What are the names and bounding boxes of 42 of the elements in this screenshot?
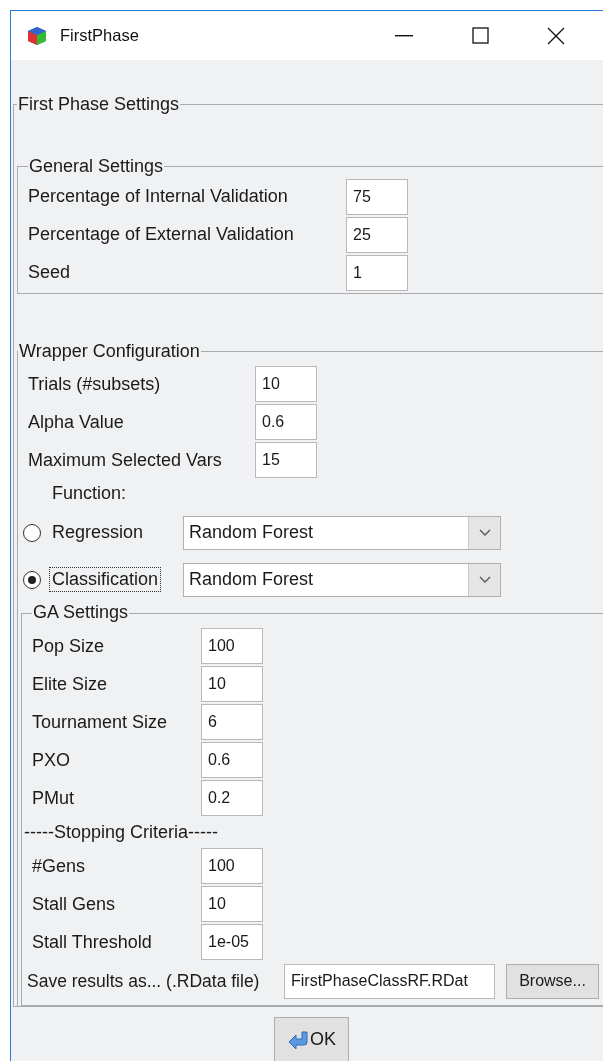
text-field[interactable]: 0.6 xyxy=(255,404,317,441)
ok-button[interactable]: OK xyxy=(274,1017,349,1061)
field-label: Alpha Value xyxy=(28,411,125,433)
text-field[interactable]: 0.6 xyxy=(201,742,263,779)
text-field[interactable]: 25 xyxy=(346,216,408,253)
group-title: General Settings xyxy=(28,156,165,177)
field-label: Pop Size xyxy=(32,635,106,657)
field-label: Percentage of Internal Validation xyxy=(28,186,289,208)
text-field[interactable]: 75 xyxy=(346,178,408,215)
group-title: Wrapper Configuration xyxy=(18,341,201,362)
field-label: Trials (#subsets) xyxy=(28,373,162,395)
text-field[interactable]: 100 xyxy=(201,848,263,885)
file-path-field[interactable]: FirstPhaseClassRF.RDat xyxy=(284,963,495,999)
function-label: Function: xyxy=(51,482,128,506)
text-field[interactable]: 100 xyxy=(201,628,263,665)
group-title: First Phase Settings xyxy=(17,95,181,115)
text-field[interactable]: 6 xyxy=(201,704,263,741)
window-title: FirstPhase xyxy=(60,26,139,45)
browse-button[interactable]: Browse... xyxy=(506,963,599,999)
text-field[interactable]: 1 xyxy=(346,254,408,291)
group-title: GA Settings xyxy=(32,603,130,624)
dropdown[interactable]: Random Forest xyxy=(183,515,501,550)
field-label: PMut xyxy=(32,787,75,809)
text-field[interactable]: 10 xyxy=(201,886,263,923)
field-label: Stall Gens xyxy=(32,893,117,915)
field-label: Percentage of External Validation xyxy=(28,224,295,246)
field-label: Tournament Size xyxy=(32,711,169,733)
dropdown[interactable]: Random Forest xyxy=(183,562,501,597)
field-label: Elite Size xyxy=(32,673,109,695)
text-field[interactable]: 0.2 xyxy=(201,780,263,817)
field-label: Stall Threshold xyxy=(32,931,153,953)
section-label: -----Stopping Criteria----- xyxy=(24,820,219,844)
radio-button[interactable]: Regression xyxy=(23,520,183,546)
text-field[interactable]: 10 xyxy=(255,366,317,403)
field-label: #Gens xyxy=(32,855,87,877)
field-label: Maximum Selected Vars xyxy=(28,449,223,471)
text-field[interactable]: 15 xyxy=(255,442,317,479)
field-label: Save results as... (.RData file) xyxy=(27,970,261,992)
text-field[interactable]: 1e-05 xyxy=(201,924,263,961)
field-label: PXO xyxy=(32,749,71,771)
field-label: Seed xyxy=(28,262,72,284)
text-field[interactable]: 10 xyxy=(201,666,263,703)
